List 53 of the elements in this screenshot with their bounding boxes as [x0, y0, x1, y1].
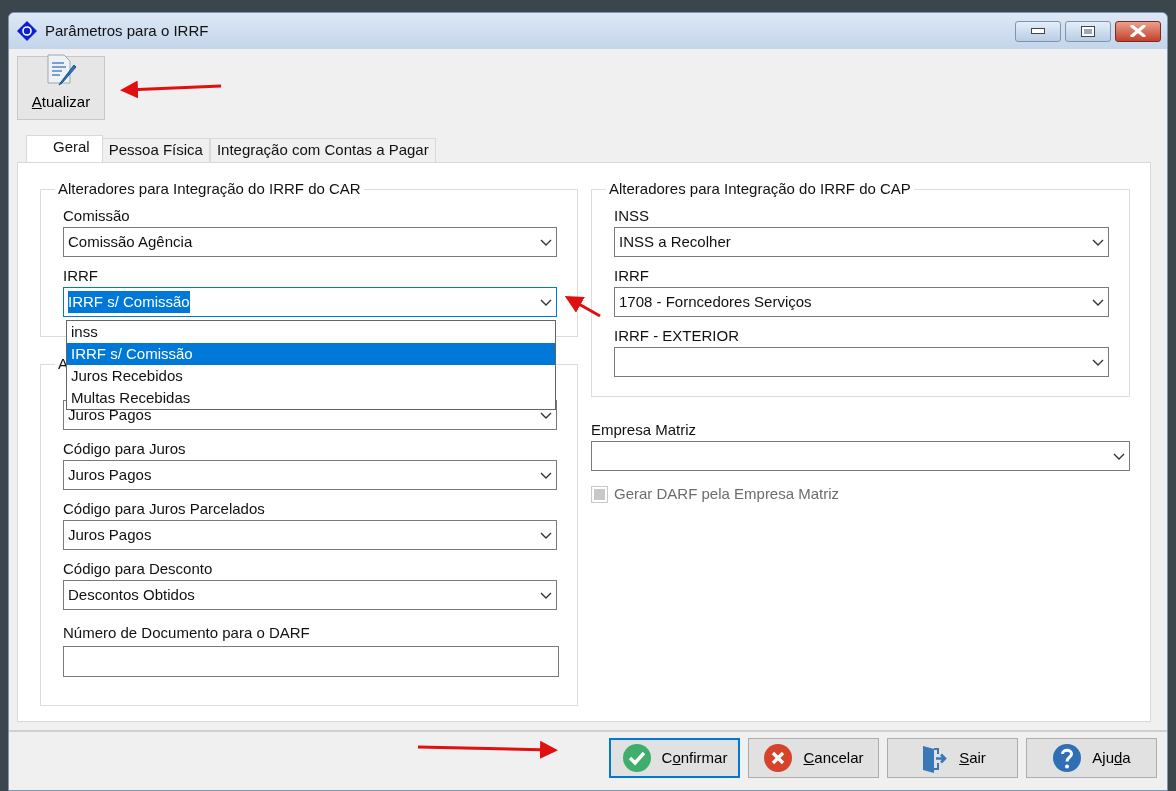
maximize-icon — [1081, 25, 1095, 37]
tab[interactable]: Integração com Contas a Pagar — [209, 138, 436, 162]
chevron-down-icon — [1092, 358, 1104, 366]
update-button[interactable]: Atualizar — [17, 56, 105, 120]
dropdown-field[interactable]: Juros Pagos — [63, 460, 557, 490]
app-icon — [17, 21, 37, 41]
field-label: IRRF — [614, 266, 650, 286]
chevron-down-icon — [1092, 238, 1104, 246]
chevron-down-icon — [540, 238, 552, 246]
field-label: INSS — [614, 206, 650, 226]
chevron-down-icon — [540, 591, 552, 599]
window-title: Parâmetros para o IRRF — [45, 20, 209, 41]
chevron-down-icon — [1113, 452, 1125, 460]
minimize-button[interactable] — [1015, 20, 1061, 42]
field-label: Código para Juros Parcelados — [63, 499, 266, 519]
check-icon — [621, 743, 652, 773]
maximize-button[interactable] — [1065, 20, 1111, 42]
list-option[interactable]: inss — [67, 321, 555, 343]
dialog-button[interactable]: Cancelar — [748, 738, 879, 778]
field-label: Número de Documento para o DARF — [63, 623, 311, 643]
cancel-icon — [763, 743, 794, 773]
dropdown-field[interactable]: Descontos Obtidos — [63, 580, 557, 610]
checkbox-label: Gerar DARF pela Empresa Matriz — [614, 484, 840, 504]
dropdown-field[interactable]: INSS a Recolher — [614, 227, 1109, 257]
chevron-down-icon — [540, 531, 552, 539]
tab[interactable]: Geral — [26, 135, 103, 162]
field-label: Código para Juros — [63, 439, 187, 459]
field-label: IRRF - EXTERIOR — [614, 326, 740, 346]
dropdown-field[interactable] — [591, 441, 1130, 471]
dropdown-field[interactable]: Juros Pagos — [63, 520, 557, 550]
field-label: Comissão — [63, 206, 131, 226]
chevron-down-icon — [540, 471, 552, 479]
tab[interactable]: Pessoa Física — [101, 138, 210, 162]
close-button[interactable] — [1115, 20, 1161, 42]
field-label: Empresa Matriz — [591, 420, 698, 440]
chevron-down-icon — [540, 411, 552, 419]
field-label: IRRF — [63, 266, 99, 286]
field-label: Código para Desconto — [63, 559, 214, 579]
dropdown-field[interactable]: Comissão Agência — [63, 227, 557, 257]
dialog-button[interactable]: Confirmar — [609, 738, 740, 778]
dialog-button[interactable]: Ajuda — [1026, 738, 1157, 778]
help-icon — [1052, 743, 1083, 773]
dropdown-field[interactable] — [614, 347, 1109, 377]
dropdown-field[interactable]: 1708 - Forncedores Serviços — [614, 287, 1109, 317]
list-option[interactable]: IRRF s/ Comissão — [67, 343, 555, 365]
dialog-button[interactable]: Sair — [887, 738, 1018, 778]
chevron-down-icon — [540, 298, 552, 306]
input-field[interactable] — [63, 646, 559, 677]
minimize-icon — [1031, 28, 1045, 34]
chevron-down-icon — [1092, 298, 1104, 306]
arrow-annotation — [564, 296, 601, 318]
document-pencil-icon — [44, 52, 78, 87]
close-icon — [1130, 25, 1146, 37]
